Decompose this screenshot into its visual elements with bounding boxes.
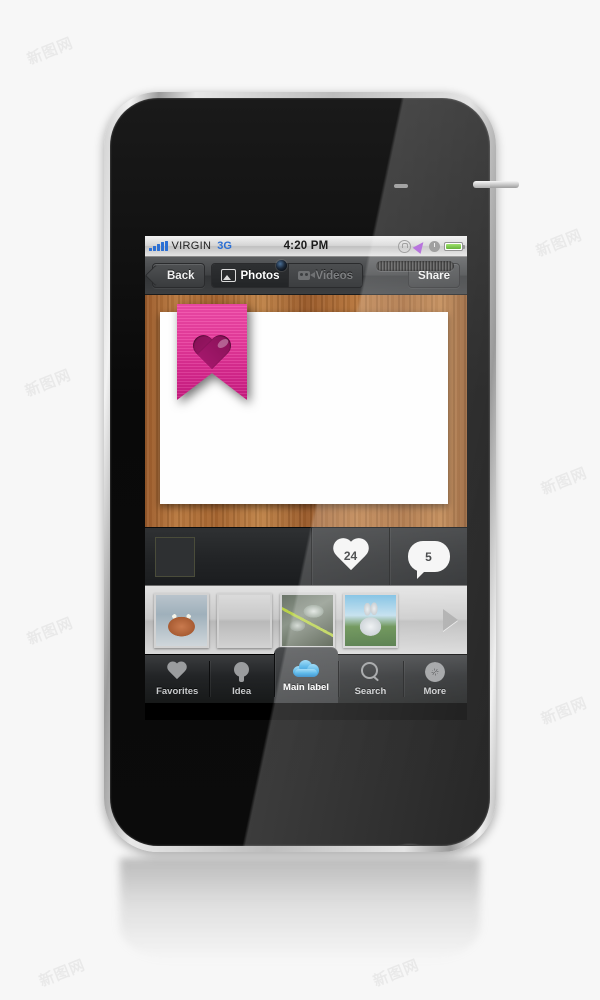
photo-icon: [220, 269, 236, 282]
favorite-ribbon[interactable]: [177, 304, 247, 400]
bunny-thumbnail[interactable]: [343, 592, 398, 648]
speech-bubble-icon: 5: [407, 541, 450, 579]
device-reflection: [120, 858, 480, 962]
comments-count: 5: [425, 549, 432, 564]
tab-videos[interactable]: Videos: [288, 264, 362, 287]
squirrel-thumbnail[interactable]: [154, 592, 209, 648]
meta-thumbnail-zone: [145, 528, 311, 585]
share-button-label: Share: [418, 269, 450, 282]
front-camera-icon: [276, 260, 287, 271]
video-camera-icon: [298, 271, 316, 280]
phone-screen: VIRGIN 3G 4:20 PM Back Photos Videos Sha…: [145, 236, 467, 720]
location-arrow-icon: [412, 238, 428, 254]
avatar-placeholder: [155, 536, 195, 577]
chevron-right-icon[interactable]: [443, 609, 458, 631]
power-button[interactable]: [473, 181, 519, 188]
gear-icon: [424, 661, 445, 683]
likes-button[interactable]: 24: [311, 528, 389, 585]
cloud-icon: [293, 657, 320, 679]
earpiece-speaker-icon: [376, 261, 454, 271]
meta-bar: 24 5: [145, 527, 467, 585]
rotation-lock-icon: [398, 239, 411, 253]
tab-more-label: More: [423, 686, 447, 697]
tab-search-label: Search: [354, 686, 387, 697]
comments-button[interactable]: 5: [389, 528, 467, 585]
home-button[interactable]: [380, 844, 440, 846]
tab-videos-label: Videos: [315, 269, 353, 282]
content-area: [145, 295, 467, 527]
watermark: 新图网: [538, 463, 590, 499]
watermark: 新图网: [22, 365, 74, 401]
tab-main-label-label: Main label: [283, 682, 329, 693]
watermark: 新图网: [24, 33, 76, 69]
tab-favorites[interactable]: Favorites: [145, 655, 209, 703]
heart-icon: 24: [331, 539, 371, 575]
grass-closeup-thumbnail[interactable]: [280, 592, 335, 648]
status-bar: VIRGIN 3G 4:20 PM: [145, 236, 467, 257]
watermark: 新图网: [36, 955, 88, 991]
back-button[interactable]: Back: [152, 263, 205, 288]
tab-more[interactable]: More: [402, 655, 467, 703]
iphone-device: VIRGIN 3G 4:20 PM Back Photos Videos Sha…: [104, 92, 519, 852]
tab-idea-label: Idea: [232, 686, 252, 697]
thumbnail-filmstrip[interactable]: [145, 585, 467, 654]
battery-icon: [444, 241, 465, 251]
lightbulb-icon: [234, 661, 250, 683]
tab-bar: Favorites Idea Main label Search More: [145, 647, 467, 703]
tab-search[interactable]: Search: [338, 655, 402, 703]
heart-icon: [166, 661, 188, 683]
tab-favorites-label: Favorites: [156, 686, 199, 697]
butterfly-thumbnail[interactable]: [217, 592, 272, 648]
tab-main-label[interactable]: Main label: [273, 647, 339, 703]
status-icons: [398, 238, 465, 254]
alarm-clock-icon: [429, 240, 440, 252]
tab-photos-label: Photos: [240, 269, 280, 282]
tab-idea[interactable]: Idea: [209, 655, 273, 703]
likes-count: 24: [343, 548, 358, 563]
heart-icon: [191, 336, 233, 374]
watermark: 新图网: [538, 693, 590, 729]
back-button-label: Back: [167, 269, 195, 282]
watermark: 新图网: [24, 613, 76, 649]
top-sensor: [394, 184, 408, 188]
magnifier-icon: [360, 661, 380, 683]
device-bezel: VIRGIN 3G 4:20 PM Back Photos Videos Sha…: [110, 98, 490, 846]
watermark: 新图网: [533, 225, 585, 261]
